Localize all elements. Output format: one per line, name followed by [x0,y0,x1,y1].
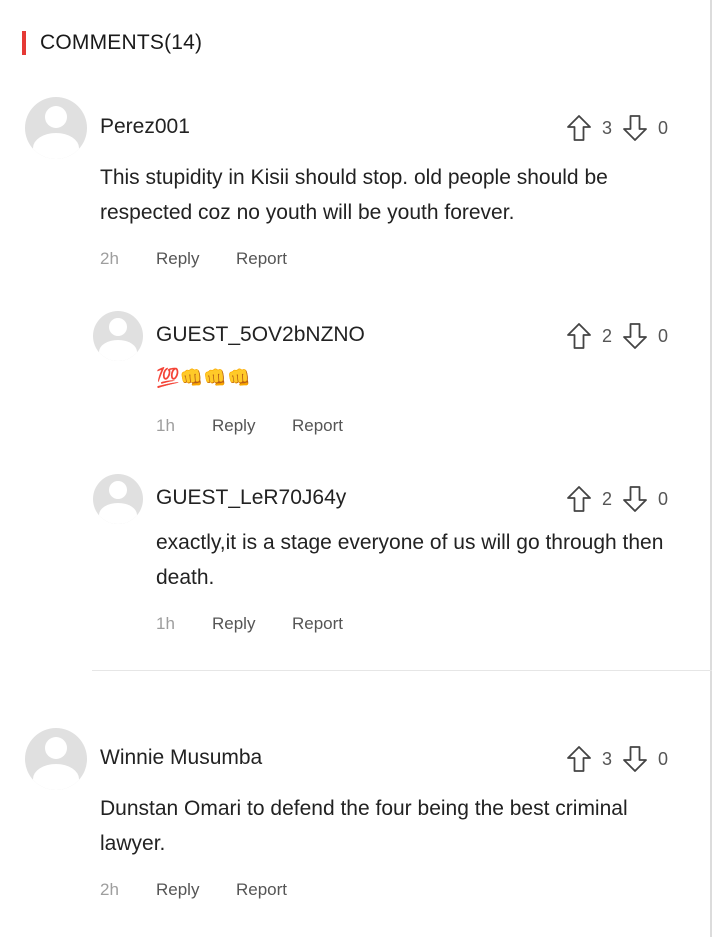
comments-title: COMMENTS(14) [40,31,203,54]
avatar-icon[interactable] [93,474,143,524]
comment-time: 2h [100,880,119,899]
comment-author[interactable]: GUEST_5OV2bNZNO [156,323,365,347]
downvote-button[interactable] [622,485,648,513]
arrow-down-outline-icon [623,115,647,141]
upvote-button[interactable] [566,745,592,773]
upvote-button[interactable] [566,114,592,142]
downvote-count: 0 [658,488,669,509]
comment-time: 1h [156,614,175,633]
vote-controls: 2 0 [566,485,678,513]
report-button[interactable]: Report [292,614,343,634]
arrow-down-outline-icon [623,486,647,512]
arrow-down-outline-icon [623,746,647,772]
upvote-count: 3 [602,117,613,138]
downvote-count: 0 [658,325,669,346]
thread-divider [92,670,712,671]
reply-button[interactable]: Reply [156,880,236,900]
vote-controls: 3 0 [566,745,678,773]
comments-section: COMMENTS(14) Perez001 3 0 This stupidity… [0,0,712,937]
upvote-count: 2 [602,488,613,509]
arrow-up-outline-icon [567,746,591,772]
upvote-button[interactable] [566,485,592,513]
comment-time: 2h [100,249,119,268]
report-button[interactable]: Report [236,880,287,900]
vote-controls: 2 0 [566,322,678,350]
reply-button[interactable]: Reply [212,614,292,634]
comment-meta: 1h Reply Report [156,416,343,436]
comments-header: COMMENTS(14) [22,28,202,58]
report-button[interactable]: Report [236,249,287,269]
avatar-icon[interactable] [25,97,87,159]
downvote-count: 0 [658,117,669,138]
comment-author[interactable]: Winnie Musumba [100,746,262,770]
reply-button[interactable]: Reply [156,249,236,269]
arrow-up-outline-icon [567,486,591,512]
comment-text: 💯👊👊👊 [156,368,251,389]
reply-button[interactable]: Reply [212,416,292,436]
comment-time: 1h [156,416,175,435]
comment-text: exactly,it is a stage everyone of us wil… [156,531,664,589]
comment-text: Dunstan Omari to defend the four being t… [100,797,628,855]
header-accent-bar [22,31,26,55]
comment-author[interactable]: GUEST_LeR70J64y [156,486,346,510]
vote-controls: 3 0 [566,114,678,142]
comment-text: This stupidity in Kisii should stop. old… [100,166,608,224]
downvote-button[interactable] [622,114,648,142]
comment-meta: 2h Reply Report [100,249,287,269]
comment-meta: 1h Reply Report [156,614,343,634]
report-button[interactable]: Report [292,416,343,436]
comment-meta: 2h Reply Report [100,880,287,900]
arrow-up-outline-icon [567,115,591,141]
comment-author[interactable]: Perez001 [100,115,190,139]
upvote-count: 3 [602,748,613,769]
arrow-up-outline-icon [567,323,591,349]
downvote-button[interactable] [622,745,648,773]
avatar-icon[interactable] [93,311,143,361]
downvote-button[interactable] [622,322,648,350]
upvote-count: 2 [602,325,613,346]
downvote-count: 0 [658,748,669,769]
avatar-icon[interactable] [25,728,87,790]
upvote-button[interactable] [566,322,592,350]
arrow-down-outline-icon [623,323,647,349]
